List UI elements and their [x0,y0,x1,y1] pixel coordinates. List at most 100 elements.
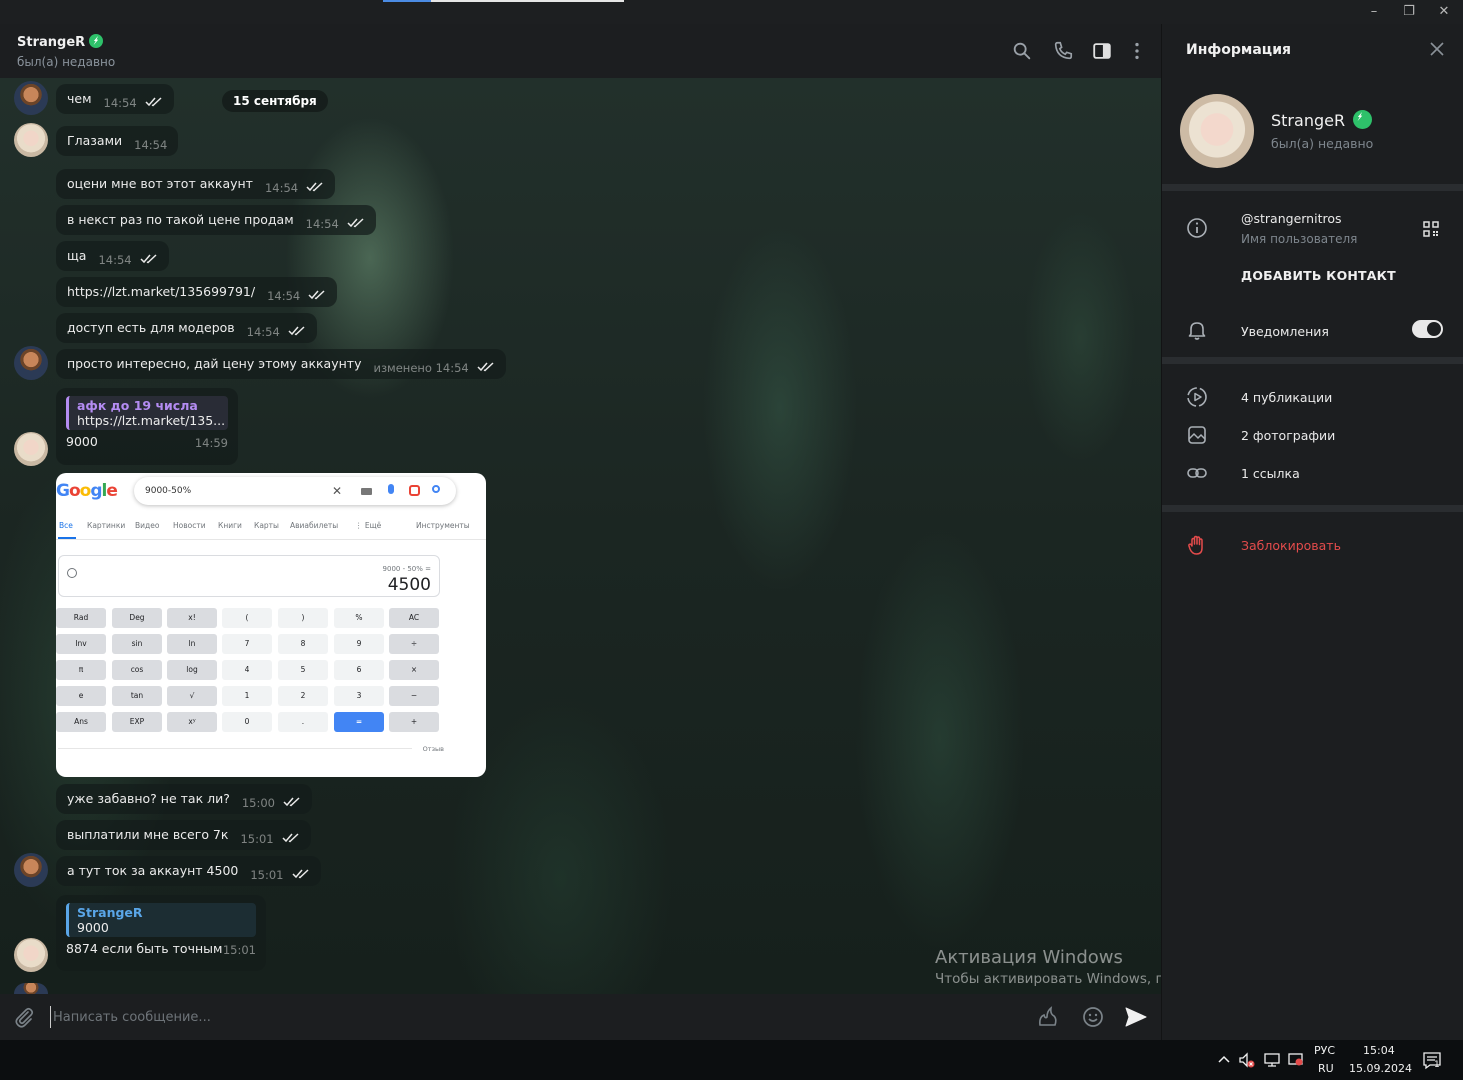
tab-tools: Инструменты [416,521,470,530]
double-check-icon [145,97,162,107]
message-bubble[interactable]: просто интересно, дай цену этому аккаунт… [56,349,506,379]
minimize-button[interactable]: – [1357,2,1391,22]
avatar[interactable] [14,853,48,887]
titlebar-accent [383,0,431,2]
info-panel: Информация StrangeR был(а) недавно @stra… [1161,24,1463,1040]
calc-key-clear: AC [389,608,439,628]
calc-key-dot: . [278,712,328,732]
calc-key-eight: 8 [278,634,328,654]
tab-news: Новости [173,521,206,530]
reply-quote[interactable]: афк до 19 числа https://lzt.market/135..… [66,396,228,430]
close-window-button[interactable]: ✕ [1427,2,1461,22]
double-check-icon [347,218,364,228]
link-icon [1187,468,1207,478]
reply-quote[interactable]: StrangeR 9000 [66,903,256,937]
calc-key-nine: 9 [334,634,384,654]
phone-icon[interactable] [1052,40,1074,62]
notifications-toggle[interactable] [1412,320,1443,338]
network-icon[interactable] [1263,1051,1281,1069]
qr-code-icon[interactable] [1422,220,1440,238]
chat-status: был(а) недавно [17,55,116,69]
message-bubble[interactable]: а тут ток за аккаунт 4500 15:01 [56,856,321,886]
block-user-button[interactable]: Заблокировать [1241,538,1341,553]
restore-button[interactable]: ❐ [1392,2,1426,22]
windows-taskbar: РУС RU 15:04 15.09.2024 1 [0,1040,1463,1080]
more-vertical-icon[interactable] [1126,40,1148,62]
keyboard-icon [361,488,372,495]
tab-images: Картинки [87,521,126,530]
message-input[interactable] [50,1006,850,1028]
message-text: в некст раз по такой цене продам [67,212,294,227]
reply-message-bubble[interactable]: StrangeR 9000 8874 если быть точным 15:0… [56,895,266,971]
close-icon[interactable] [1428,40,1446,58]
message-bubble[interactable]: выплатили мне всего 7к 15:01 [56,820,311,850]
security-alert-icon[interactable] [1287,1051,1305,1069]
chevron-up-icon[interactable] [1215,1051,1233,1069]
calc-key-zero: 0 [222,712,272,732]
bot-commands-icon[interactable] [1036,1005,1060,1029]
calc-key-rad: Rad [56,608,106,628]
links-row[interactable]: 1 ссылка [1241,466,1300,481]
calc-key-tan: tan [112,686,162,706]
message-link[interactable]: https://lzt.market/135699791/ [67,284,255,299]
calc-key-five: 5 [278,660,328,680]
double-check-icon [283,797,300,807]
feedback-link: Отзыв [422,745,444,753]
clock-time[interactable]: 15:04 [1363,1044,1395,1057]
info-icon [1187,218,1207,238]
message-text: выплатили мне всего 7к [67,827,229,842]
message-text: оцени мне вот этот аккаунт [67,176,253,191]
message-time: 14:54 [267,289,301,303]
publications-row[interactable]: 4 публикации [1241,390,1332,405]
message-bubble[interactable]: ща 14:54 [56,241,169,271]
chat-title[interactable]: StrangeR [17,34,104,50]
avatar[interactable] [14,346,48,380]
section-separator [1162,357,1463,364]
emoji-icon[interactable] [1081,1005,1105,1029]
input-language-code[interactable]: RU [1318,1062,1334,1075]
message-bubble[interactable]: Глазами 14:54 [56,126,179,156]
username-value[interactable]: @strangernitros [1241,211,1342,226]
chat-header[interactable]: StrangeR был(а) недавно [0,24,1161,78]
message-bubble[interactable]: оцени мне вот этот аккаунт 14:54 [56,169,336,199]
calc-key-close-paren: ) [278,608,328,628]
message-bubble[interactable]: доступ есть для модеров 14:54 [56,313,317,343]
message-text: ща [67,248,87,263]
message-bubble[interactable]: уже забавно? не так ли? 15:00 [56,784,312,814]
profile-name: StrangeR [1271,110,1373,130]
photos-row[interactable]: 2 фотографии [1241,428,1335,443]
tab-maps: Карты [254,521,279,530]
reply-message-bubble[interactable]: афк до 19 числа https://lzt.market/135..… [56,388,238,465]
username-label: Имя пользователя [1241,232,1358,246]
message-bubble[interactable]: в некст раз по такой цене продам 14:54 [56,205,376,235]
avatar[interactable] [14,938,48,972]
double-check-icon [288,326,305,336]
double-check-icon [282,833,299,843]
message-text: а тут ток за аккаунт 4500 [67,863,239,878]
message-time: 14:54 [305,217,339,231]
history-icon [67,568,77,578]
add-contact-button[interactable]: ДОБАВИТЬ КОНТАКТ [1241,268,1396,283]
message-bubble[interactable]: https://lzt.market/135699791/14:54 [56,277,338,307]
block-hand-icon [1188,535,1203,555]
microphone-icon [388,484,394,494]
avatar[interactable] [14,81,48,115]
send-icon[interactable] [1124,1005,1148,1029]
tab-flights: Авиабилеты [290,521,339,530]
message-bubble[interactable]: чем 14:54 [56,84,174,114]
input-language[interactable]: РУС [1314,1044,1335,1057]
calculator-screenshot-image[interactable]: Google 9000-50% ✕ Все Картинки Видео Нов… [56,473,486,777]
message-time: 15:01 [240,832,274,846]
clock-date[interactable]: 15.09.2024 [1349,1062,1412,1075]
google-search-box: 9000-50% ✕ [134,477,456,505]
calc-key-exp: EXP [112,712,162,732]
search-icon[interactable] [1011,40,1033,62]
attach-icon[interactable] [12,1005,36,1029]
sidebar-toggle-icon[interactable] [1091,40,1113,62]
volume-muted-icon[interactable] [1238,1051,1256,1069]
notifications-label: Уведомления [1241,324,1329,339]
avatar[interactable] [14,432,48,466]
profile-avatar[interactable] [1180,94,1254,168]
avatar[interactable] [14,983,48,994]
avatar[interactable] [14,123,48,157]
